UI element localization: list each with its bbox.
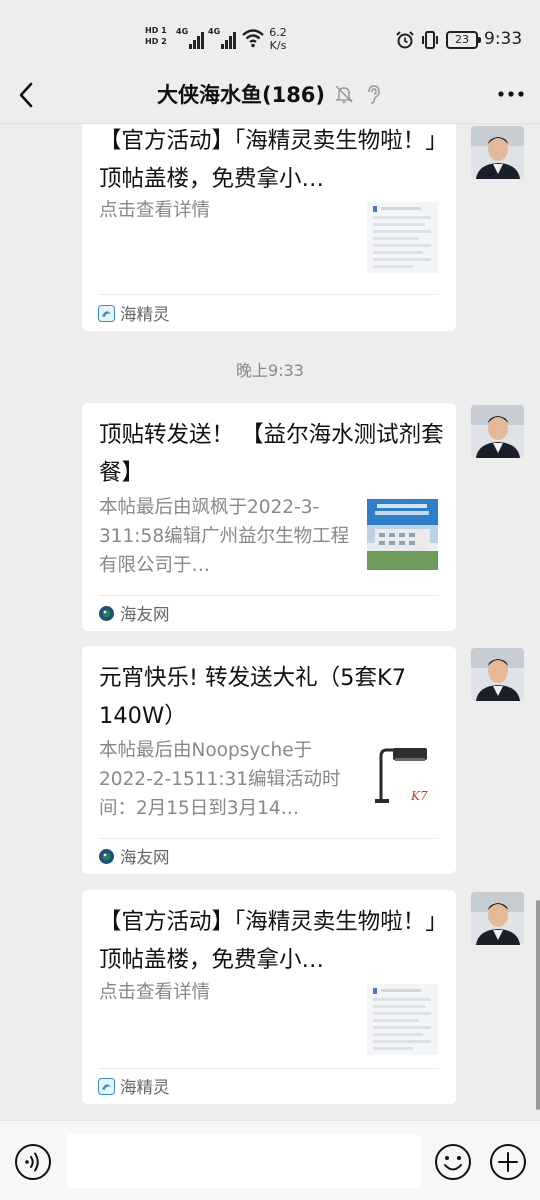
card-source: 海精灵 [98,301,170,325]
more-icon[interactable] [496,82,526,106]
emoji-icon[interactable] [434,1143,472,1181]
ear-icon [368,85,380,104]
haiyouwang-icon [99,848,114,864]
link-card[interactable]: 元宵快乐! 转发送大礼（5套K7 140W） 本帖最后由Noopsyche于20… [82,646,456,874]
hd-indicator: HD 1 HD 2 [145,25,171,47]
signal-sim2-icon: 4G [208,27,237,49]
signal-sim1-icon: 4G [176,27,205,49]
voice-icon[interactable] [14,1143,52,1181]
card-source: 海精灵 [98,1074,170,1098]
card-thumbnail: K7 [367,742,438,813]
input-bar [0,1120,540,1200]
card-thumbnail [367,499,438,570]
alarm-icon [396,31,414,49]
card-desc: 点击查看详情 [99,982,211,1003]
timestamp: 晚上9:33 [236,361,304,380]
sender-avatar[interactable] [471,648,524,701]
haijingling-icon [98,1077,115,1095]
source-label: 海精灵 [120,305,170,324]
vibrate-icon [422,31,438,49]
card-desc: 点击查看详情 [99,200,211,221]
card-desc: 本帖最后由Noopsyche于2022-2-1511:31编辑活动时间：2月15… [99,740,341,819]
chat-title[interactable]: 大侠海水鱼(186) [157,79,325,109]
link-card[interactable]: 顶贴转发送！ 【益尔海水测试剂套餐】 本帖最后由飒枫于2022-3-311:58… [82,403,456,631]
wifi-icon [242,29,264,48]
card-title: 元宵快乐! 转发送大礼（5套K7 140W） [99,665,407,729]
hd-bottom-label: HD [145,37,159,46]
source-label: 海精灵 [120,1078,170,1097]
status-bar: HD 1 HD 2 4G 4G 6.2 K/s 23 9:33 [0,0,540,66]
card-divider [99,294,439,295]
card-source: 海友网 [98,844,170,868]
sender-avatar[interactable] [471,405,524,458]
thumbnail-k7-label: K7 [410,789,428,803]
status-time: 9:33 [484,29,523,49]
card-thumbnail [367,202,438,273]
card-desc: 本帖最后由飒枫于2022-3-311:58编辑广州益尔生物工程有限公司于… [99,497,350,576]
sender-avatar[interactable] [471,126,524,179]
hd-top-index: 1 [161,26,167,35]
card-divider [99,595,439,596]
link-card[interactable]: 【官方活动】「海精灵卖生物啦！」顶帖盖楼，免费拿小… 点击查看详情 海精灵 [82,890,456,1104]
source-label: 海友网 [120,848,170,867]
link-card[interactable]: 【官方活动】「海精灵卖生物啦！」顶帖盖楼，免费拿小… 点击查看详情 海精灵 [82,124,456,331]
chat-header: 大侠海水鱼(186) [0,66,540,124]
sender-avatar[interactable] [471,892,524,945]
haijingling-icon [98,304,115,322]
card-divider [99,838,439,839]
scrollbar[interactable] [536,900,540,1110]
mute-icon [335,85,353,103]
message-input[interactable] [66,1134,421,1188]
hd-bottom-index: 2 [161,37,167,46]
card-title: 顶贴转发送！ 【益尔海水测试剂套餐】 [99,422,444,486]
net-speed-unit: K/s [269,39,287,52]
card-thumbnail [367,984,438,1055]
card-title: 【官方活动】「海精灵卖生物啦！」顶帖盖楼，免费拿小… [99,909,437,973]
message-list[interactable]: 【官方活动】「海精灵卖生物啦！」顶帖盖楼，免费拿小… 点击查看详情 海精灵 晚上… [0,124,540,1120]
net-speed-value: 6.2 [269,26,287,39]
source-label: 海友网 [120,605,170,624]
hd-top-label: HD [145,26,159,35]
card-divider [99,1068,439,1069]
battery-icon: 23 [446,31,481,49]
chat-title-group: 大侠海水鱼(186) [0,78,540,110]
sim2-label: 4G [208,27,221,36]
plus-icon[interactable] [489,1143,527,1181]
card-title: 【官方活动】「海精灵卖生物啦！」顶帖盖楼，免费拿小… [99,128,437,192]
card-source: 海友网 [98,601,170,625]
net-speed: 6.2 K/s [266,26,290,52]
haiyouwang-icon [99,605,114,621]
sim1-label: 4G [176,27,189,36]
battery-level: 23 [455,33,469,46]
